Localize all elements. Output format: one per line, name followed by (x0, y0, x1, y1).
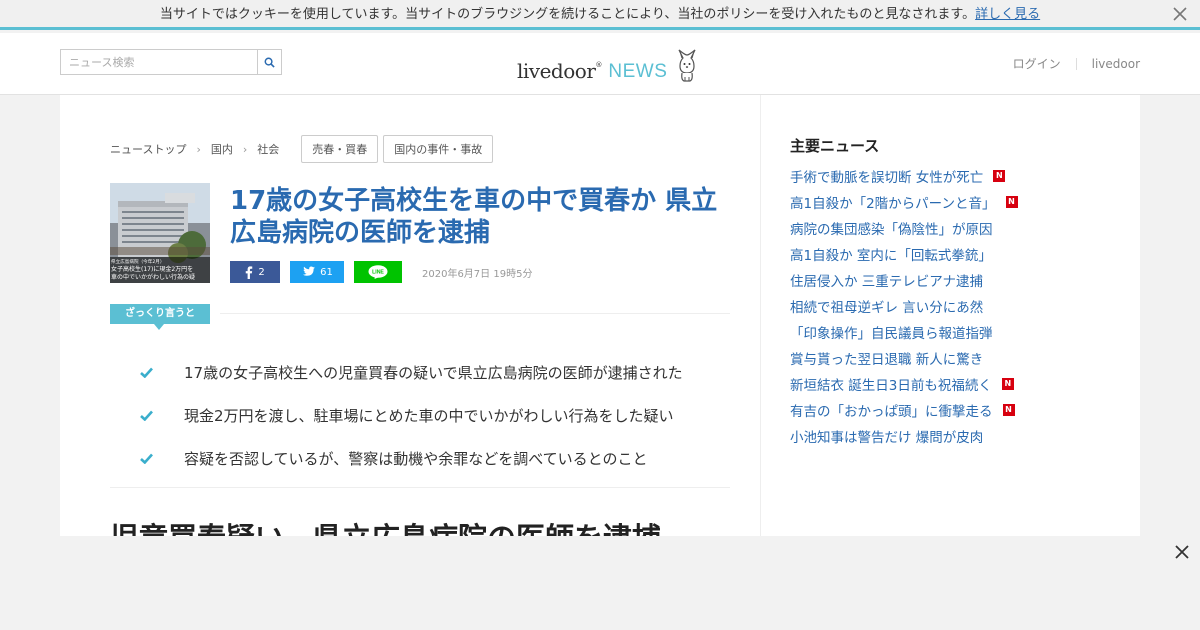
facebook-icon (246, 265, 253, 279)
news-item[interactable]: 小池知事は警告だけ 爆問が皮肉 (790, 423, 1018, 449)
news-item[interactable]: 新垣結衣 誕生日3日前も祝福続く N (790, 371, 1018, 397)
news-item[interactable]: 手術で動脈を誤切断 女性が死亡 N (790, 163, 1018, 189)
top-news-list: 手術で動脈を誤切断 女性が死亡 N 高1自殺か「2階からパーンと音」 N 病院の集団感染… (790, 163, 1018, 449)
news-item-label: 「印象操作」自民議員ら報道指弾 (790, 326, 993, 342)
summary-label: ざっくり言うと (110, 304, 210, 324)
cookie-text: 当サイトではクッキーを使用しています。当サイトのブラウジングを続けることにより、… (159, 7, 976, 22)
dog-mascot-icon (678, 49, 696, 82)
twitter-count: 61 (320, 266, 333, 278)
news-item-label: 病院の集団感染「偽陰性」が原因 (790, 222, 993, 238)
summary-point: 現金2万円を渡し、駐車場にとめた車の中でいかがわしい行為をした疑い (140, 394, 683, 437)
news-item[interactable]: 高1自殺か 室内に「回転式拳銃」 (790, 241, 1018, 267)
twitter-share-button[interactable]: 61 (290, 261, 344, 283)
news-item[interactable]: 「印象操作」自民議員ら報道指弾 (790, 319, 1018, 345)
breadcrumb-item-domestic[interactable]: 国内 (211, 141, 233, 157)
news-item[interactable]: 病院の集団感染「偽陰性」が原因 (790, 215, 1018, 241)
search-icon (264, 57, 275, 68)
breadcrumb-item-society[interactable]: 社会 (257, 141, 279, 157)
line-share-button[interactable]: LINE (354, 261, 402, 283)
facebook-share-button[interactable]: 2 (230, 261, 280, 283)
summary-point: 17歳の女子高校生への児童買春の疑いで県立広島病院の医師が逮捕された (140, 351, 683, 394)
summary-label-pointer (154, 324, 164, 330)
chevron-right-icon: › (242, 142, 248, 156)
check-icon (140, 410, 154, 421)
news-item-label: 高1自殺か 室内に「回転式拳銃」 (790, 248, 992, 264)
divider (110, 487, 730, 488)
breadcrumb: ニューストップ › 国内 › 社会 売春・買春 国内の事件・事故 (110, 135, 494, 163)
check-icon (140, 453, 154, 464)
news-item[interactable]: 有吉の「おかっぱ頭」に衝撃走る N (790, 397, 1018, 423)
news-item-label: 高1自殺か「2階からパーンと音」 (790, 196, 996, 212)
news-item[interactable]: 住居侵入か 三重テレビアナ逮捕 (790, 267, 1018, 293)
news-item-label: 賞与貰った翌日退職 新人に驚き (790, 352, 984, 368)
thumb-caption-top: 県立広島病院（今年2月） (111, 258, 164, 265)
twitter-icon (303, 266, 316, 276)
line-label: LINE (372, 270, 384, 276)
hospital-photo: 県立広島病院（今年2月） 女子高校生(17)に現金2万円を 車の中でいかがわしい… (110, 183, 210, 283)
thumb-caption-line1: 女子高校生(17)に現金2万円を (111, 265, 193, 273)
news-item-label: 相続で祖母逆ギレ 言い分にあ然 (790, 300, 984, 316)
summary-point-text: 現金2万円を渡し、駐車場にとめた車の中でいかがわしい行為をした疑い (184, 407, 674, 425)
check-icon (140, 367, 154, 378)
publish-date: 2020年6月7日 19時5分 (422, 269, 533, 280)
new-badge: N (1005, 196, 1018, 208)
news-item-label: 新垣結衣 誕生日3日前も祝福続く (790, 378, 992, 394)
chevron-right-icon: › (196, 142, 201, 156)
thumb-caption-line2: 車の中でいかがわしい行為の疑 (111, 273, 195, 281)
summary-point-text: 17歳の女子高校生への児童買春の疑いで県立広島病院の医師が逮捕された (184, 364, 683, 382)
new-badge: N (1002, 404, 1015, 416)
divider (220, 313, 730, 314)
divider (1075, 57, 1077, 70)
summary-point-text: 容疑を否認しているが、警察は動機や余罪などを調べているとのこと (184, 450, 648, 468)
search-box (60, 49, 282, 75)
article-title: 17歳の女子高校生を車の中で買春か 県立広島病院の医師を逮捕 (230, 186, 718, 248)
cookie-more-link[interactable]: 詳しく見る (975, 7, 1040, 22)
summary-list: 17歳の女子高校生への児童買春の疑いで県立広島病院の医師が逮捕された 現金2万円… (140, 351, 683, 480)
news-item[interactable]: 高1自殺か「2階からパーンと音」 N (790, 189, 1018, 215)
news-item[interactable]: 相続で祖母逆ギレ 言い分にあ然 (790, 293, 1018, 319)
login-link[interactable]: ログイン (1013, 55, 1061, 72)
close-icon[interactable] (1174, 544, 1190, 560)
close-icon[interactable] (1172, 6, 1188, 22)
news-item-label: 小池知事は警告だけ 爆問が皮肉 (790, 430, 984, 446)
cookie-banner: 当サイトではクッキーを使用しています。当サイトのブラウジングを続けることにより、… (0, 0, 1200, 30)
line-icon: LINE (368, 265, 388, 279)
breadcrumb-item-top[interactable]: ニューストップ (110, 141, 186, 157)
site-logo[interactable]: livedoor ® NEWS (517, 45, 699, 83)
logo-livedoor: livedoor (517, 59, 596, 83)
logo-news: NEWS (608, 61, 668, 82)
ad-overlay (0, 536, 1200, 630)
summary-point: 容疑を否認しているが、警察は動機や余罪などを調べているとのこと (140, 437, 683, 480)
news-item[interactable]: 賞与貰った翌日退職 新人に驚き (790, 345, 1018, 371)
sidebar-title: 主要ニュース (790, 137, 880, 155)
logo-registered: ® (595, 61, 603, 69)
search-input[interactable] (61, 50, 257, 74)
livedoor-link[interactable]: livedoor (1092, 57, 1140, 71)
new-badge: N (993, 170, 1006, 182)
article-thumbnail[interactable]: 県立広島病院（今年2月） 女子高校生(17)に現金2万円を 車の中でいかがわしい… (110, 183, 210, 283)
news-item-label: 住居侵入か 三重テレビアナ逮捕 (790, 274, 984, 290)
header-links: ログイン livedoor (1013, 55, 1140, 72)
tag-chip[interactable]: 売春・買春 (301, 135, 379, 163)
new-badge: N (1001, 378, 1014, 390)
site-header: livedoor® NEWS ログイン livedoor (0, 33, 1200, 95)
search-button[interactable] (257, 50, 281, 74)
facebook-count: 2 (258, 266, 265, 278)
news-item-label: 有吉の「おかっぱ頭」に衝撃走る (790, 404, 993, 420)
news-item-label: 手術で動脈を誤切断 女性が死亡 (790, 170, 984, 186)
tag-chip[interactable]: 国内の事件・事故 (383, 135, 494, 163)
